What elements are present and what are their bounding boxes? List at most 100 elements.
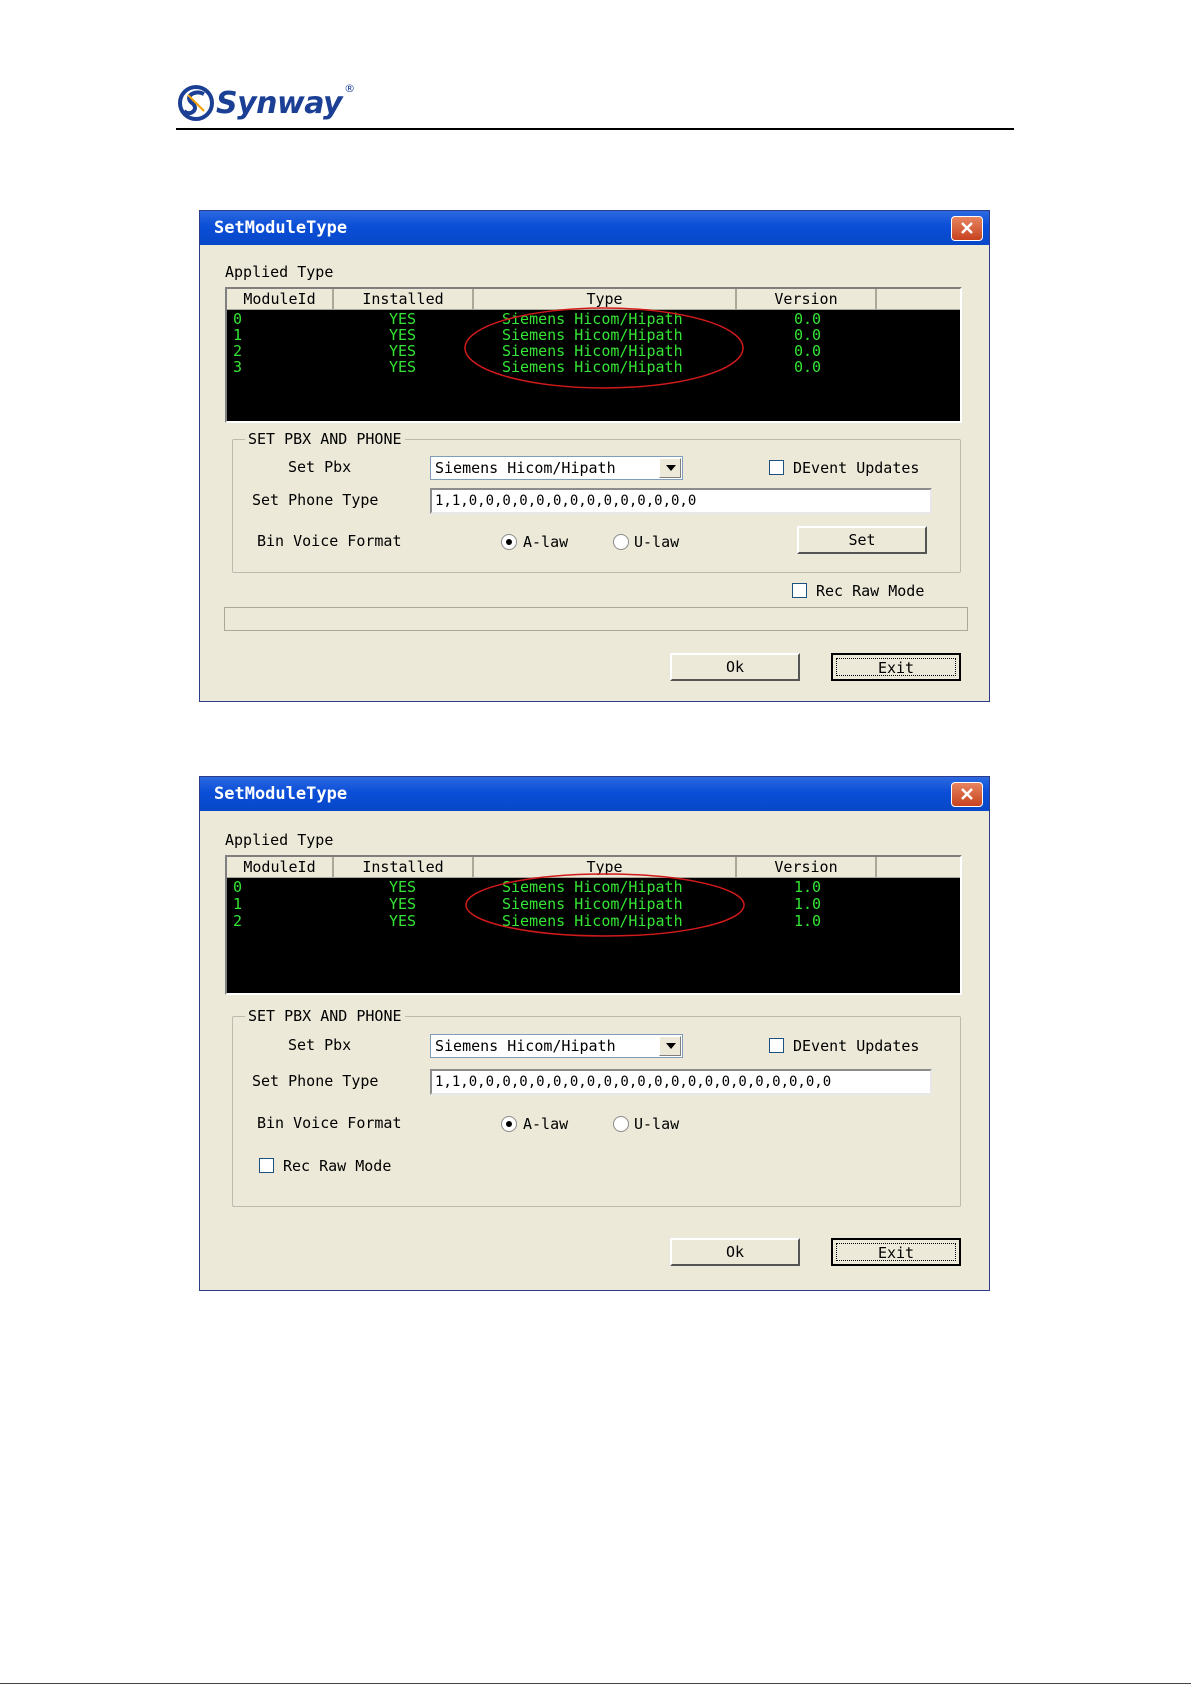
set-module-type-dialog-2: SetModuleType Applied Type ModuleId Inst… xyxy=(199,776,990,1291)
dialog-titlebar[interactable]: SetModuleType xyxy=(200,777,989,811)
applied-type-label: Applied Type xyxy=(225,263,334,281)
cell-installed: YES xyxy=(389,342,417,360)
chevron-down-icon xyxy=(666,1043,676,1049)
table-row[interactable]: 2 YES Siemens Hicom/Hipath 1.0 xyxy=(231,913,960,929)
list-header: ModuleId Installed Type Version xyxy=(227,289,960,310)
cell-type: Siemens Hicom/Hipath xyxy=(502,878,683,896)
voice-format-label: Bin Voice Format xyxy=(257,532,402,550)
cell-version: 1.0 xyxy=(794,912,822,930)
cell-moduleid: 2 xyxy=(233,912,243,930)
table-row[interactable]: 0 YES Siemens Hicom/Hipath 0.0 xyxy=(231,311,960,327)
cell-moduleid: 2 xyxy=(233,342,243,360)
column-header-type[interactable]: Type xyxy=(474,289,737,309)
cell-version: 0.0 xyxy=(794,358,822,376)
cell-version: 0.0 xyxy=(794,326,822,344)
devent-updates-checkbox[interactable] xyxy=(769,1038,784,1053)
column-header-version[interactable]: Version xyxy=(737,289,877,309)
synway-logo: Synway ® xyxy=(178,82,355,124)
rec-raw-mode-label: Rec Raw Mode xyxy=(816,582,925,600)
cell-moduleid: 0 xyxy=(233,310,243,328)
cell-moduleid: 0 xyxy=(233,878,243,896)
group-legend: SET PBX AND PHONE xyxy=(245,1007,405,1025)
close-button[interactable] xyxy=(951,216,983,241)
dialog-title: SetModuleType xyxy=(214,784,348,804)
cell-moduleid: 3 xyxy=(233,358,243,376)
cell-version: 1.0 xyxy=(794,878,822,896)
column-header-installed[interactable]: Installed xyxy=(334,857,474,877)
column-header-type[interactable]: Type xyxy=(474,857,737,877)
registered-mark: ® xyxy=(344,82,356,95)
status-bar xyxy=(224,607,968,631)
voice-format-label: Bin Voice Format xyxy=(257,1114,402,1132)
cell-installed: YES xyxy=(389,878,417,896)
header-rule xyxy=(176,128,1014,130)
set-pbx-value: Siemens Hicom/Hipath xyxy=(435,459,616,477)
phone-type-label: Set Phone Type xyxy=(252,1072,379,1090)
cell-type: Siemens Hicom/Hipath xyxy=(502,358,683,376)
set-pbx-select[interactable]: Siemens Hicom/Hipath xyxy=(430,1034,683,1058)
set-button[interactable]: Set xyxy=(797,526,927,554)
devent-updates-label: DEvent Updates xyxy=(793,1037,920,1055)
cell-installed: YES xyxy=(389,326,417,344)
ulaw-radio[interactable] xyxy=(613,1116,629,1132)
cell-version: 0.0 xyxy=(794,342,822,360)
group-legend: SET PBX AND PHONE xyxy=(245,430,405,448)
dialog-titlebar[interactable]: SetModuleType xyxy=(200,211,989,245)
close-icon xyxy=(961,222,973,234)
cell-moduleid: 1 xyxy=(233,895,243,913)
phone-type-input[interactable] xyxy=(432,1071,930,1093)
dialog-title: SetModuleType xyxy=(214,218,348,238)
set-pbx-value: Siemens Hicom/Hipath xyxy=(435,1037,616,1055)
cell-installed: YES xyxy=(389,895,417,913)
set-pbx-and-phone-group: SET PBX AND PHONE Set Pbx Siemens Hicom/… xyxy=(232,430,961,573)
close-icon xyxy=(961,788,973,800)
column-header-moduleid[interactable]: ModuleId xyxy=(227,289,334,309)
table-row[interactable]: 0 YES Siemens Hicom/Hipath 1.0 xyxy=(231,879,960,895)
alaw-radio[interactable] xyxy=(501,534,517,550)
set-pbx-label: Set Pbx xyxy=(288,1036,352,1054)
footer-rule xyxy=(0,1683,1191,1684)
ulaw-label: U-law xyxy=(634,1115,680,1133)
alaw-label: A-law xyxy=(523,1115,569,1133)
ok-button[interactable]: Ok xyxy=(670,1238,800,1266)
chevron-down-icon xyxy=(666,465,676,471)
column-header-installed[interactable]: Installed xyxy=(334,289,474,309)
dropdown-button[interactable] xyxy=(659,1036,681,1056)
table-row[interactable]: 2 YES Siemens Hicom/Hipath 0.0 xyxy=(231,343,960,359)
module-list[interactable]: ModuleId Installed Type Version 0 YES Si… xyxy=(225,287,962,423)
cell-installed: YES xyxy=(389,358,417,376)
alaw-radio[interactable] xyxy=(501,1116,517,1132)
table-row[interactable]: 3 YES Siemens Hicom/Hipath 0.0 xyxy=(231,359,960,375)
rec-raw-mode-checkbox[interactable] xyxy=(259,1158,274,1173)
set-pbx-select[interactable]: Siemens Hicom/Hipath xyxy=(430,456,683,480)
alaw-label: A-law xyxy=(523,533,569,551)
exit-button[interactable]: Exit xyxy=(831,1238,961,1266)
close-button[interactable] xyxy=(951,782,983,807)
phone-type-field[interactable] xyxy=(430,1069,932,1095)
table-row[interactable]: 1 YES Siemens Hicom/Hipath 1.0 xyxy=(231,896,960,912)
cell-installed: YES xyxy=(389,310,417,328)
table-row[interactable]: 1 YES Siemens Hicom/Hipath 0.0 xyxy=(231,327,960,343)
phone-type-field[interactable] xyxy=(430,488,932,514)
devent-updates-label: DEvent Updates xyxy=(793,459,920,477)
exit-button-label: Exit xyxy=(836,658,956,677)
column-header-moduleid[interactable]: ModuleId xyxy=(227,857,334,877)
module-list[interactable]: ModuleId Installed Type Version 0 YES Si… xyxy=(225,855,962,995)
rec-raw-mode-label: Rec Raw Mode xyxy=(283,1157,392,1175)
dropdown-button[interactable] xyxy=(659,458,681,478)
phone-type-input[interactable] xyxy=(432,490,930,512)
ulaw-label: U-law xyxy=(634,533,680,551)
ulaw-radio[interactable] xyxy=(613,534,629,550)
phone-type-label: Set Phone Type xyxy=(252,491,379,509)
list-header: ModuleId Installed Type Version xyxy=(227,857,960,878)
column-header-version[interactable]: Version xyxy=(737,857,877,877)
ok-button[interactable]: Ok xyxy=(670,653,800,681)
cell-installed: YES xyxy=(389,912,417,930)
cell-moduleid: 1 xyxy=(233,326,243,344)
cell-version: 0.0 xyxy=(794,310,822,328)
devent-updates-checkbox[interactable] xyxy=(769,460,784,475)
exit-button[interactable]: Exit xyxy=(831,653,961,681)
cell-type: Siemens Hicom/Hipath xyxy=(502,912,683,930)
rec-raw-mode-checkbox[interactable] xyxy=(792,583,807,598)
set-pbx-and-phone-group: SET PBX AND PHONE Set Pbx Siemens Hicom/… xyxy=(232,1007,961,1207)
